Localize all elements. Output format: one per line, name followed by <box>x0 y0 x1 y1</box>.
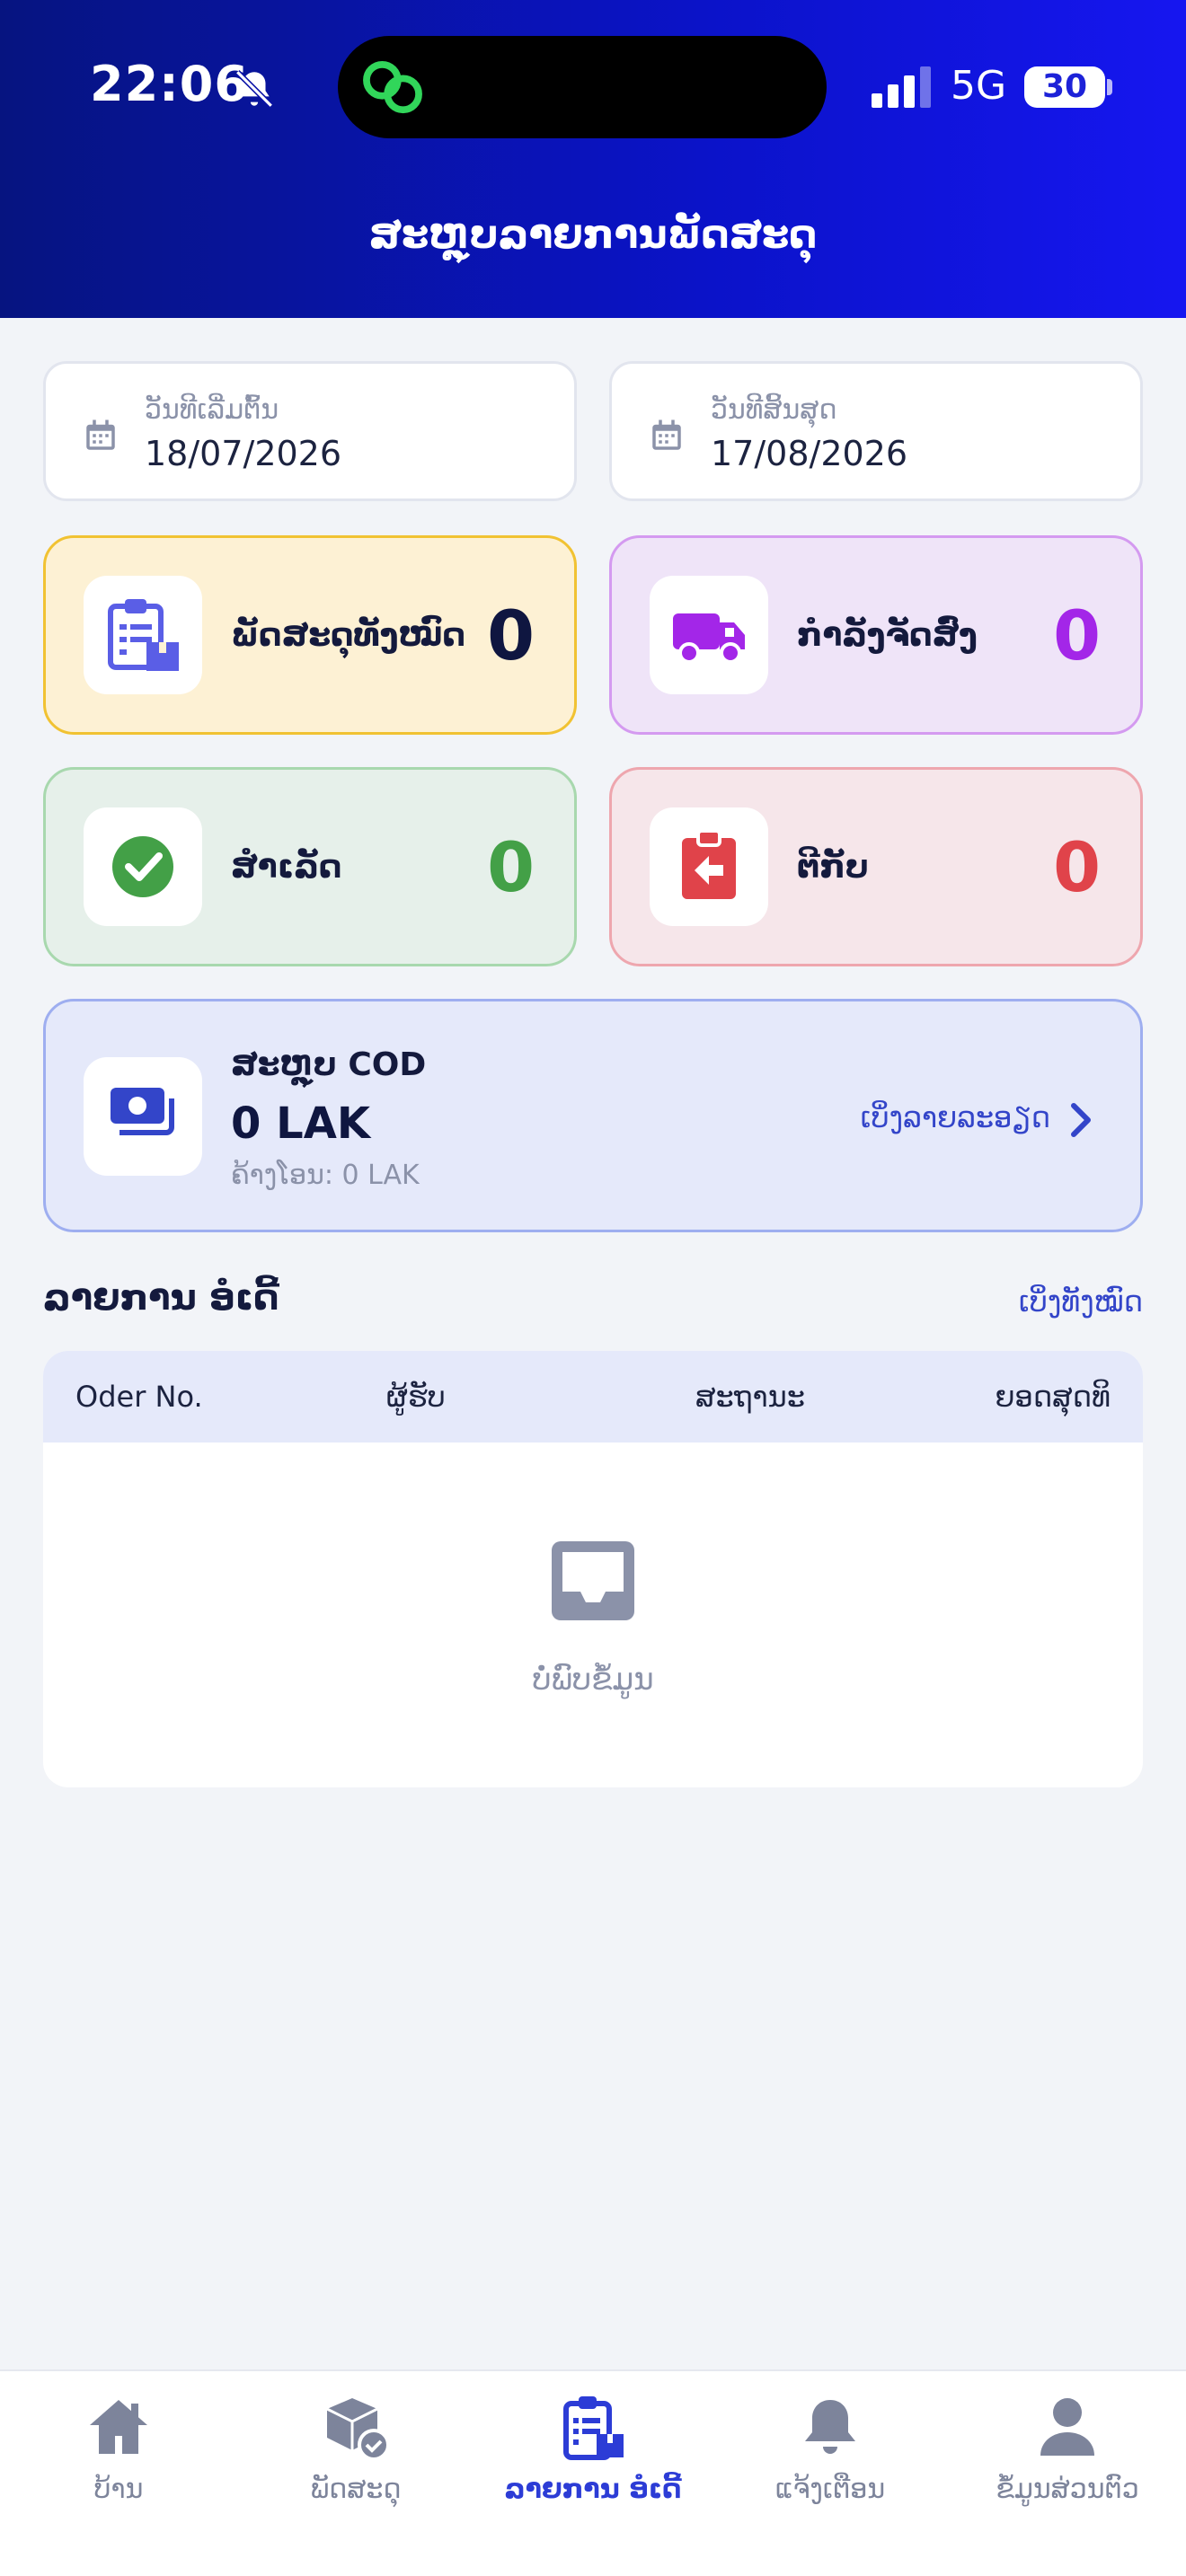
bell-muted-icon <box>235 70 273 108</box>
orders-table: Oder No. ຜູ້ຮັບ ສະຖານະ ຍອດສຸດທິ ບໍ່ພົບຂໍ… <box>43 1351 1143 1787</box>
stat-title: ຕີກັບ <box>797 849 869 886</box>
stat-title: ສຳເລັດ <box>231 849 342 886</box>
stat-icon-box <box>84 807 202 926</box>
cod-title: ສະຫຼຸບ COD <box>231 1046 427 1083</box>
column-recipient: ຜູ້ຮັບ <box>386 1380 446 1414</box>
status-time: 22:06 <box>90 56 249 112</box>
stat-icon-box <box>84 576 202 694</box>
user-icon <box>1040 2398 1094 2456</box>
nav-label: ລາຍການ ອໍເດີ້ <box>504 2474 682 2505</box>
cod-icon-box <box>84 1057 202 1176</box>
network-label: 5G <box>951 63 1007 109</box>
nav-label: ບ້ານ <box>93 2474 144 2505</box>
end-date-value: 17/08/2026 <box>711 434 908 473</box>
battery-indicator: 30 <box>1024 66 1105 108</box>
cash-icon <box>111 1088 174 1135</box>
stat-count: 0 <box>1053 827 1101 907</box>
stat-title: ພັດສະດຸທັງໝົດ <box>231 617 465 654</box>
nav-orders[interactable]: ລາຍການ ອໍເດີ້ <box>474 2393 712 2527</box>
stat-count: 0 <box>487 595 535 675</box>
package-check-icon <box>326 2398 390 2461</box>
cod-pending: ຄ້າງໂອນ: 0 LAK <box>231 1160 420 1191</box>
see-all-link[interactable]: ເບິ່ງທັງໝົດ <box>1019 1284 1143 1319</box>
nav-label: ພັດສະດຸ <box>310 2474 402 2505</box>
calendar-icon <box>652 419 681 450</box>
nav-label: ແຈ້ງເຕືອນ <box>774 2474 886 2505</box>
stat-card-total[interactable]: ພັດສະດຸທັງໝົດ 0 <box>43 535 577 735</box>
orders-section-title: ລາຍການ ອໍເດີ້ <box>43 1277 279 1319</box>
cod-amount: 0 LAK <box>231 1098 371 1149</box>
cod-details-link[interactable]: ເບິ່ງລາຍລະອຽດ <box>861 1100 1050 1134</box>
link-icon <box>363 60 422 114</box>
return-clipboard-icon <box>682 829 736 899</box>
page-title: ສະຫຼຸບລາຍການພັດສະດຸ <box>368 212 818 258</box>
stat-count: 0 <box>1053 595 1101 675</box>
stat-card-delivering[interactable]: ກຳລັງຈັດສົ່ງ 0 <box>609 535 1143 735</box>
inbox-icon <box>552 1541 634 1620</box>
start-date-label: ວັນທີເລີ່ມຕົ້ນ <box>145 394 279 426</box>
column-net-total: ຍອດສຸດທິ <box>995 1380 1111 1414</box>
battery-tip <box>1107 79 1112 95</box>
column-status: ສະຖານະ <box>695 1380 805 1414</box>
stat-card-success[interactable]: ສຳເລັດ 0 <box>43 767 577 966</box>
nav-home[interactable]: ບ້ານ <box>0 2393 237 2527</box>
bottom-nav: ບ້ານ ພັດສະດຸ ລາຍການ ອໍເດີ້ ແຈ້ງເຕືອນ ຂໍ້… <box>0 2369 1186 2576</box>
clipboard-box-icon <box>108 599 179 671</box>
truck-icon <box>673 613 745 664</box>
clipboard-list-icon <box>563 2396 624 2460</box>
table-header: Oder No. ຜູ້ຮັບ ສະຖານະ ຍອດສຸດທິ <box>43 1351 1143 1442</box>
home-icon <box>90 2400 147 2454</box>
stat-count: 0 <box>487 827 535 907</box>
nav-profile[interactable]: ຂໍ້ມູນສ່ວນຕົວ <box>949 2393 1186 2527</box>
chevron-right-icon[interactable] <box>1068 1102 1093 1138</box>
end-date-label: ວັນທີສິ້ນສຸດ <box>711 394 837 426</box>
end-date-field[interactable]: ວັນທີສິ້ນສຸດ 17/08/2026 <box>609 361 1143 501</box>
stat-card-returned[interactable]: ຕີກັບ 0 <box>609 767 1143 966</box>
stat-icon-box <box>650 807 768 926</box>
nav-label: ຂໍ້ມູນສ່ວນຕົວ <box>996 2474 1139 2505</box>
start-date-field[interactable]: ວັນທີເລີ່ມຕົ້ນ 18/07/2026 <box>43 361 577 501</box>
column-order-no: Oder No. <box>75 1380 203 1414</box>
cod-summary-card[interactable]: ສະຫຼຸບ COD 0 LAK ຄ້າງໂອນ: 0 LAK ເບິ່ງລາຍ… <box>43 999 1143 1232</box>
nav-packages[interactable]: ພັດສະດຸ <box>237 2393 474 2527</box>
empty-state-text: ບໍ່ພົບຂໍ້ມູນ <box>532 1662 654 1698</box>
stat-title: ກຳລັງຈັດສົ່ງ <box>797 617 978 654</box>
app-header: 22:06 5G 30 ສະຫຼຸບລາຍການພັດສະດຸ <box>0 0 1186 318</box>
bell-icon <box>805 2400 855 2454</box>
start-date-value: 18/07/2026 <box>145 434 342 473</box>
calendar-icon <box>86 419 115 450</box>
check-circle-icon <box>112 836 173 897</box>
signal-icon <box>872 66 931 108</box>
nav-notifications[interactable]: ແຈ້ງເຕືອນ <box>712 2393 949 2527</box>
stat-icon-box <box>650 576 768 694</box>
